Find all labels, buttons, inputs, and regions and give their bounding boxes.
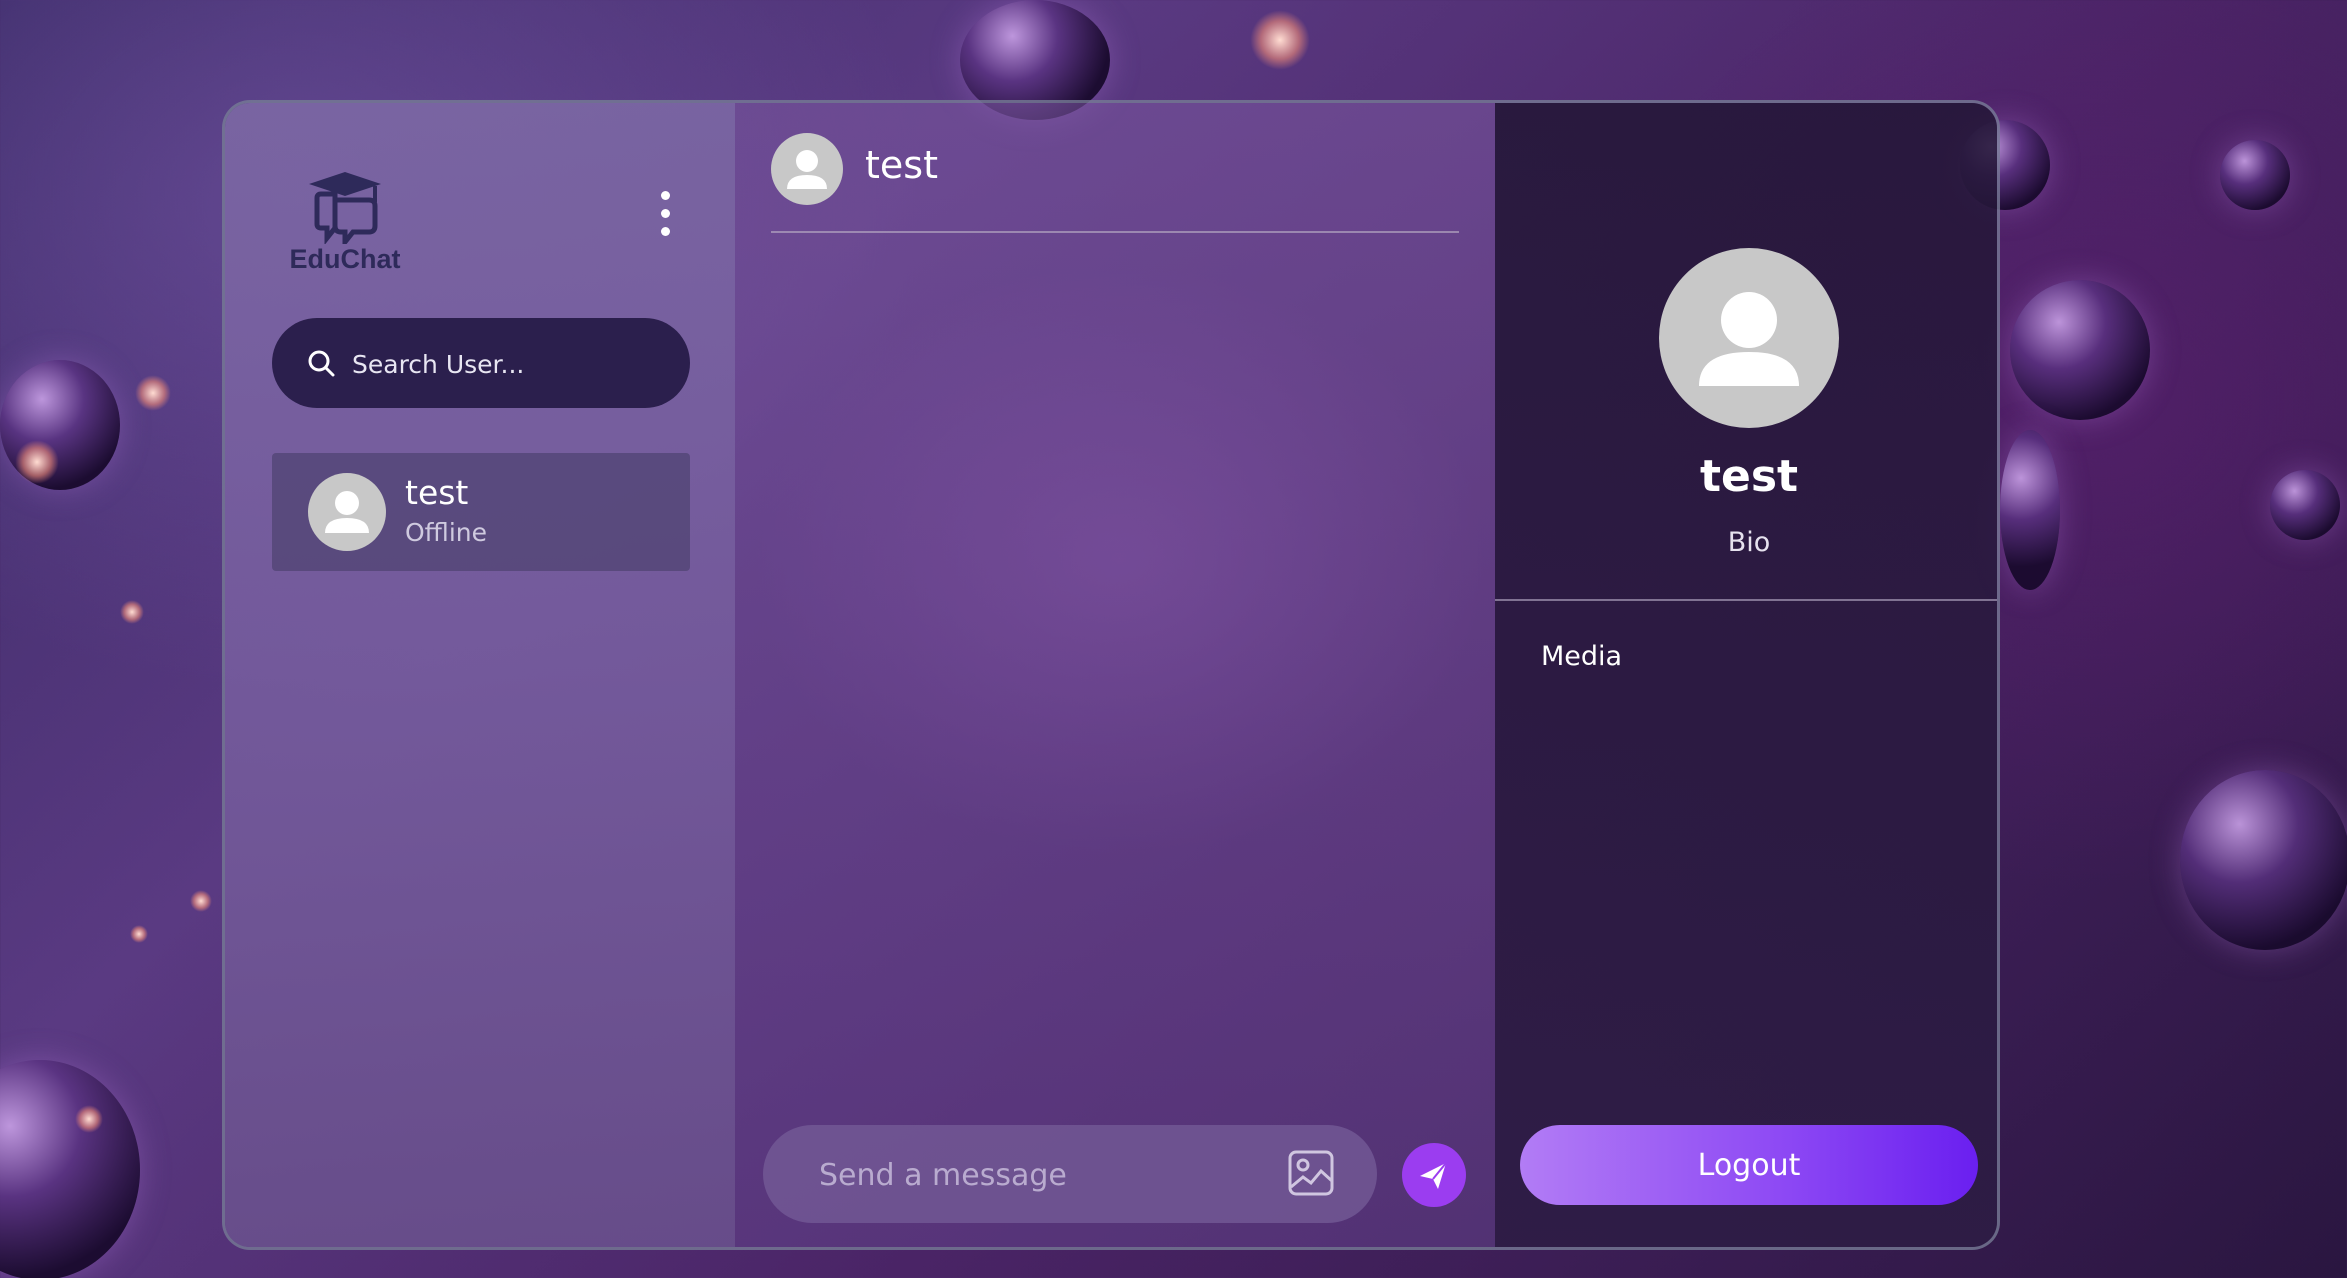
chat-panel: test (735, 103, 1495, 1247)
search-input[interactable] (350, 318, 674, 410)
background-spark (120, 600, 144, 624)
educhat-logo: EduChat (285, 168, 405, 278)
sidebar: EduChat test Offline (225, 103, 735, 1247)
message-composer (763, 1125, 1377, 1225)
brand-name: EduChat (289, 244, 401, 274)
avatar (308, 473, 386, 551)
logout-button[interactable]: Logout (1520, 1125, 1978, 1205)
divider (771, 231, 1459, 233)
image-upload-icon[interactable] (1287, 1149, 1335, 1197)
search-icon (308, 350, 335, 377)
user-name: test (405, 473, 469, 512)
background-spark (15, 440, 59, 484)
background-bubble (2270, 470, 2340, 540)
divider (1495, 599, 1997, 601)
background-bubble (2010, 280, 2150, 420)
background-spark (1250, 10, 1310, 70)
search-bar (272, 318, 690, 410)
background-spark (135, 375, 171, 411)
graduation-chat-icon (309, 172, 381, 244)
user-placeholder-icon (325, 491, 369, 533)
send-button[interactable] (1402, 1143, 1466, 1207)
chat-header-avatar[interactable] (771, 133, 843, 205)
user-status: Offline (405, 518, 488, 547)
background-spark (130, 925, 148, 943)
profile-avatar (1659, 248, 1839, 428)
background-bubble (2180, 770, 2347, 950)
chat-header-name: test (865, 143, 938, 187)
background-spark (190, 890, 212, 912)
background-spark (75, 1105, 103, 1133)
user-placeholder-icon (1699, 292, 1799, 386)
user-placeholder-icon (787, 150, 827, 189)
background-bubble (2220, 140, 2290, 210)
chat-app-window: EduChat test Offline (222, 100, 2000, 1250)
profile-bio: Bio (1727, 527, 1771, 558)
user-list-item[interactable]: test Offline (272, 453, 690, 571)
more-options-icon[interactable] (655, 191, 677, 239)
send-icon (1420, 1162, 1447, 1189)
profile-name: test (1699, 451, 1799, 502)
background-bubble (0, 1060, 140, 1278)
media-label: Media (1541, 641, 1623, 672)
background-bubble (2000, 430, 2060, 590)
profile-panel: test Bio Media Logout (1495, 103, 1997, 1247)
message-input[interactable] (817, 1125, 1261, 1225)
